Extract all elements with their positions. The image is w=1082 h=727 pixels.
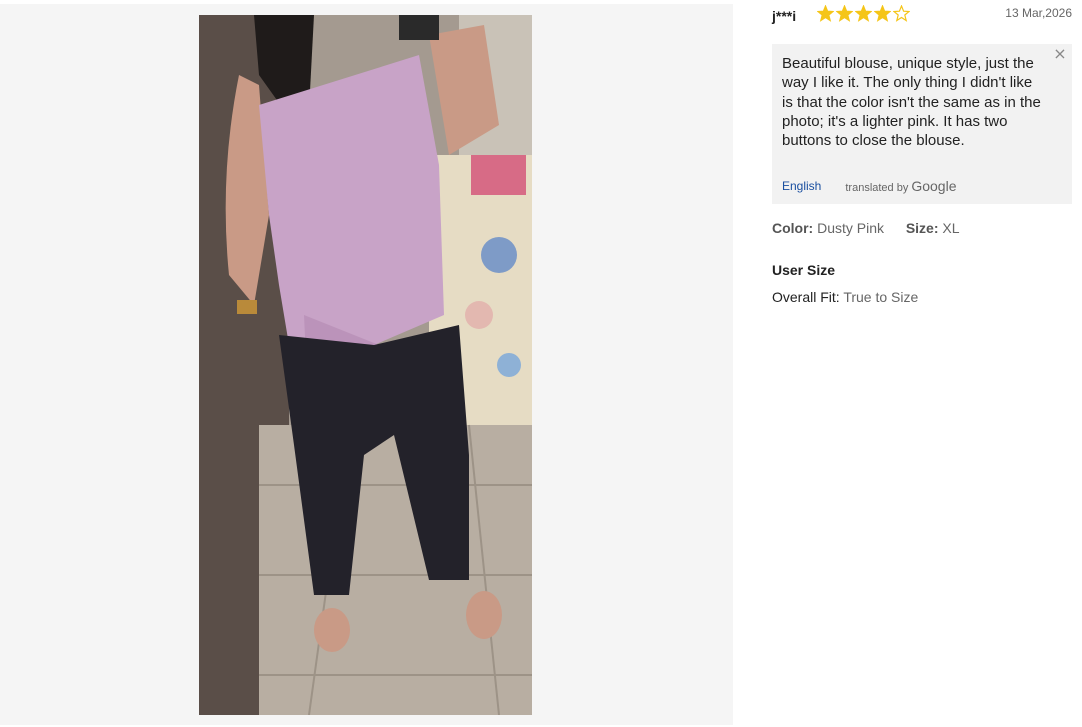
overall-fit-row: Overall Fit: True to Size bbox=[772, 289, 918, 305]
star-filled-icon bbox=[855, 5, 872, 22]
size-label: Size: bbox=[905, 220, 939, 236]
translation-box: × Beautiful blouse, unique style, just t… bbox=[772, 44, 1072, 204]
size-value: XL bbox=[942, 220, 960, 236]
image-viewer bbox=[0, 4, 733, 725]
color-value: Dusty Pink bbox=[817, 220, 885, 236]
star-filled-icon bbox=[817, 5, 834, 22]
translated-by-prefix: translated by bbox=[845, 182, 909, 194]
close-icon[interactable]: × bbox=[1052, 46, 1068, 62]
overall-fit-label: Overall Fit: bbox=[772, 289, 840, 305]
star-filled-icon bbox=[874, 5, 891, 22]
overall-fit-value: True to Size bbox=[843, 289, 919, 305]
star-filled-icon bbox=[836, 5, 853, 22]
review-panel: j***i 13 Mar,2026 × Beautiful blouse, un… bbox=[772, 0, 1072, 727]
star-empty-icon bbox=[893, 5, 910, 22]
review-photo-image bbox=[199, 15, 532, 715]
color-label: Color: bbox=[772, 220, 814, 236]
user-size-title: User Size bbox=[772, 262, 836, 278]
review-date: 13 Mar,2026 bbox=[1005, 6, 1072, 20]
google-logo-text: Google bbox=[911, 178, 957, 194]
review-photo[interactable] bbox=[199, 15, 532, 715]
star-rating bbox=[817, 5, 910, 22]
translation-footer: English translated by Google bbox=[782, 178, 1062, 194]
original-language-link[interactable]: English bbox=[782, 179, 821, 193]
reviewer-name: j***i bbox=[772, 8, 797, 24]
review-text: Beautiful blouse, unique style, just the… bbox=[782, 55, 1041, 150]
translated-by-label: translated by Google bbox=[845, 178, 956, 194]
purchase-attributes: Color: Dusty Pink Size: XL bbox=[772, 220, 960, 236]
